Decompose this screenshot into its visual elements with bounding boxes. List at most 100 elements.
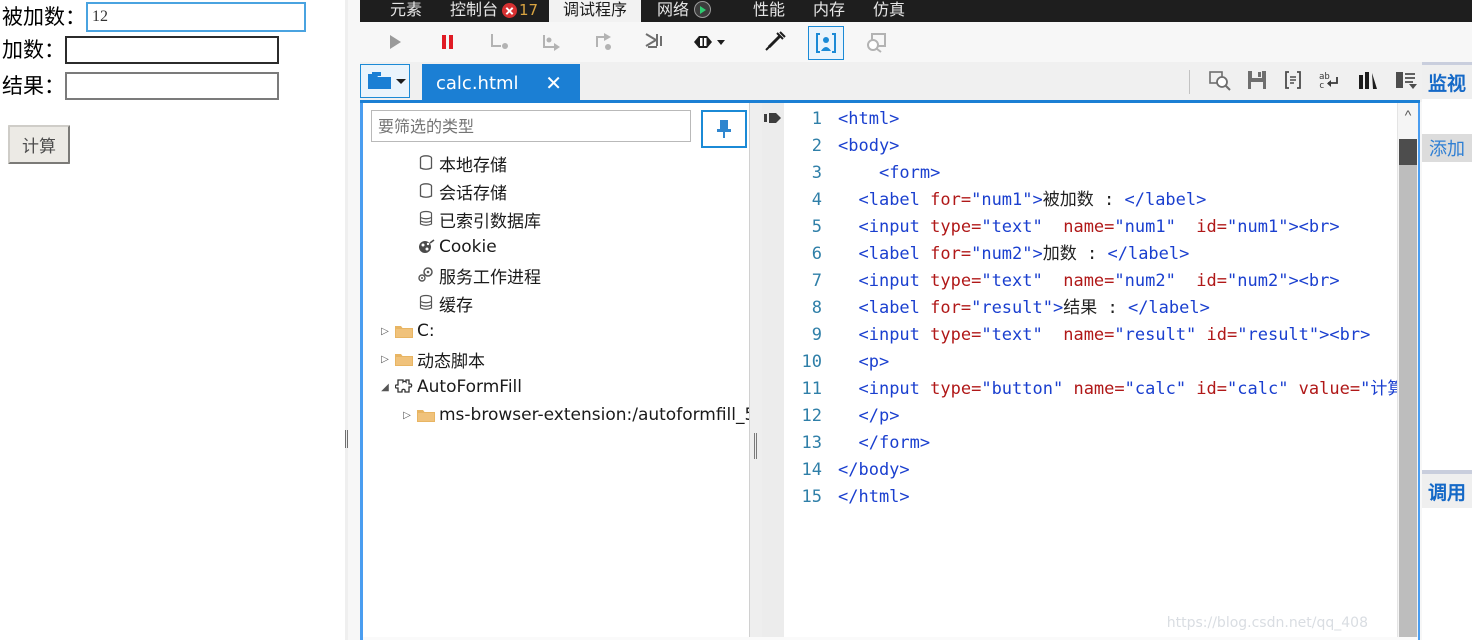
- expand-twisty-icon[interactable]: ▷: [377, 354, 393, 365]
- calculate-button[interactable]: 计算: [8, 125, 70, 164]
- tree-code-splitter[interactable]: [749, 103, 763, 637]
- folder-icon: [415, 408, 437, 423]
- play-circle-icon: [694, 1, 712, 18]
- input-num2[interactable]: [65, 36, 279, 64]
- close-icon[interactable]: ✕: [545, 71, 562, 96]
- step-to-cursor-button[interactable]: [638, 26, 672, 58]
- tree-node[interactable]: ▷ ms-browser-extension:/autoformfill_5: [363, 401, 749, 429]
- scrollbar-track[interactable]: [1399, 165, 1417, 637]
- pause-button[interactable]: [430, 26, 464, 58]
- tree-node-label: 本地存储: [439, 155, 507, 176]
- break-new-worker-button[interactable]: [758, 26, 792, 58]
- code-line[interactable]: 15 </html>: [784, 484, 1398, 511]
- pin-icon: [717, 120, 731, 138]
- code-line[interactable]: 5 <input type="text" name="num1" id="num…: [784, 214, 1398, 241]
- line-number: 11: [801, 379, 822, 399]
- form-row-num1: 被加数：: [2, 2, 306, 32]
- code-lines[interactable]: 1 <html> 2 <body> 3 <form> 4 <label for="num1…: [784, 106, 1415, 511]
- code-line[interactable]: 8 <label for="result">结果 : </label>: [784, 295, 1398, 322]
- devtools-tab-1[interactable]: 控制台 17: [436, 0, 552, 22]
- label-num1: 被加数：: [2, 4, 86, 29]
- step-into-button[interactable]: [534, 26, 568, 58]
- scroll-up-icon[interactable]: ^: [1398, 103, 1418, 127]
- devtools-tab-5[interactable]: 内存: [799, 0, 859, 22]
- code-line[interactable]: 14 </body>: [784, 457, 1398, 484]
- error-count-badge: 17: [519, 1, 539, 19]
- source-map-icon[interactable]: [1394, 69, 1418, 96]
- continue-run-icon: [390, 35, 401, 49]
- devtools-tab-0[interactable]: 元素: [376, 0, 436, 22]
- code-line[interactable]: 11 <input type="button" name="calc" id="…: [784, 376, 1415, 403]
- tree-node[interactable]: 服务工作进程: [363, 261, 749, 289]
- format-braces-icon[interactable]: [1282, 69, 1304, 96]
- execution-pointer-icon: [764, 113, 781, 123]
- watch-add-button[interactable]: 添加: [1422, 134, 1472, 162]
- expand-twisty-icon[interactable]: ▷: [377, 326, 393, 337]
- tree-node[interactable]: 本地存储: [363, 149, 749, 177]
- tree-node[interactable]: ▷ C:: [363, 317, 749, 345]
- code-line[interactable]: 2 <body>: [784, 133, 1398, 160]
- devtools-tab-3[interactable]: 网络: [643, 0, 725, 22]
- devtools-tab-6[interactable]: 仿真: [859, 0, 919, 22]
- step-over-button[interactable]: [482, 26, 516, 58]
- code-text: </p>: [858, 406, 900, 426]
- code-line[interactable]: 7 <input type="text" name="num2" id="num…: [784, 268, 1398, 295]
- chevron-down-icon: [396, 79, 406, 84]
- tree-node[interactable]: ▷ 动态脚本: [363, 345, 749, 373]
- word-wrap-icon[interactable]: ab c: [1318, 69, 1342, 96]
- input-result[interactable]: [65, 72, 279, 100]
- code-scrollbar[interactable]: ^: [1397, 103, 1418, 637]
- tree-node[interactable]: ◢ AutoFormFill: [363, 373, 749, 401]
- screen: 被加数： 加数： 结果： 计算 元素控制台17调试程序网络性能内存仿真: [0, 0, 1472, 640]
- find-in-files-button[interactable]: [860, 26, 894, 58]
- code-line[interactable]: 3 <form>: [784, 160, 1398, 187]
- code-line[interactable]: 10 <p>: [784, 349, 1398, 376]
- scrollbar-thumb[interactable]: [1399, 139, 1417, 165]
- expand-twisty-icon[interactable]: ▷: [399, 410, 415, 421]
- error-circle-icon: [502, 3, 518, 18]
- code-text: <label for="num1">被加数 : </label>: [858, 190, 1207, 210]
- code-text: </body>: [838, 460, 910, 480]
- folder-picker-button[interactable]: [360, 64, 410, 98]
- code-text: <label for="num2">加数 : </label>: [858, 244, 1190, 264]
- filter-input[interactable]: [371, 110, 691, 142]
- code-line[interactable]: 9 <input type="text" name="result" id="r…: [784, 322, 1398, 349]
- script-tree-pane: 本地存储会话存储已索引数据库 Cookie 服务工作进程缓存 ▷ C: ▷ 动态脚本 ◢ Aut…: [363, 103, 749, 637]
- continue-run-button[interactable]: [378, 26, 412, 58]
- code-text: <label for="result">结果 : </label>: [858, 298, 1210, 318]
- pin-button[interactable]: [701, 110, 747, 148]
- tree-node[interactable]: 已索引数据库: [363, 205, 749, 233]
- line-number: 14: [801, 460, 822, 480]
- break-on-exception-button[interactable]: [690, 26, 738, 58]
- tree-node[interactable]: 缓存: [363, 289, 749, 317]
- line-number: 15: [801, 487, 822, 507]
- code-line[interactable]: 6 <label for="num2">加数 : </label>: [784, 241, 1398, 268]
- input-num1[interactable]: [86, 2, 306, 32]
- step-out-button[interactable]: [586, 26, 620, 58]
- file-tab-calc-html[interactable]: calc.html ✕: [422, 64, 580, 102]
- code-text: <input type="text" name="num1" id="num1"…: [858, 217, 1340, 237]
- save-icon[interactable]: [1246, 69, 1268, 96]
- tree-node[interactable]: Cookie: [363, 233, 749, 261]
- tree-node-label: 已索引数据库: [439, 211, 541, 232]
- code-line[interactable]: 13 </form>: [784, 430, 1398, 457]
- expand-twisty-icon[interactable]: ◢: [377, 382, 393, 393]
- code-text: <input type="text" name="result" id="res…: [858, 325, 1371, 345]
- watch-panel-title[interactable]: 监视: [1422, 65, 1472, 99]
- devtools-tab-4[interactable]: 性能: [739, 0, 799, 22]
- code-text: </html>: [838, 487, 910, 507]
- coverage-bars-icon[interactable]: [1356, 69, 1380, 96]
- break-new-worker-icon: [765, 31, 786, 51]
- pretty-print-button[interactable]: [808, 26, 844, 60]
- code-line[interactable]: 4 <label for="num1">被加数 : </label>: [784, 187, 1398, 214]
- code-line[interactable]: 1 <html>: [784, 106, 1398, 133]
- code-text: <form>: [878, 163, 941, 183]
- callstack-panel-title[interactable]: 调用: [1422, 474, 1472, 508]
- tree-node[interactable]: 会话存储: [363, 177, 749, 205]
- code-line[interactable]: 12 </p>: [784, 403, 1398, 430]
- filter-row: [371, 110, 747, 148]
- devtools-tab-2[interactable]: 调试程序: [549, 0, 642, 22]
- line-number: 5: [811, 217, 822, 237]
- editor-gutter[interactable]: [762, 103, 784, 637]
- inspect-source-icon[interactable]: [1208, 69, 1232, 96]
